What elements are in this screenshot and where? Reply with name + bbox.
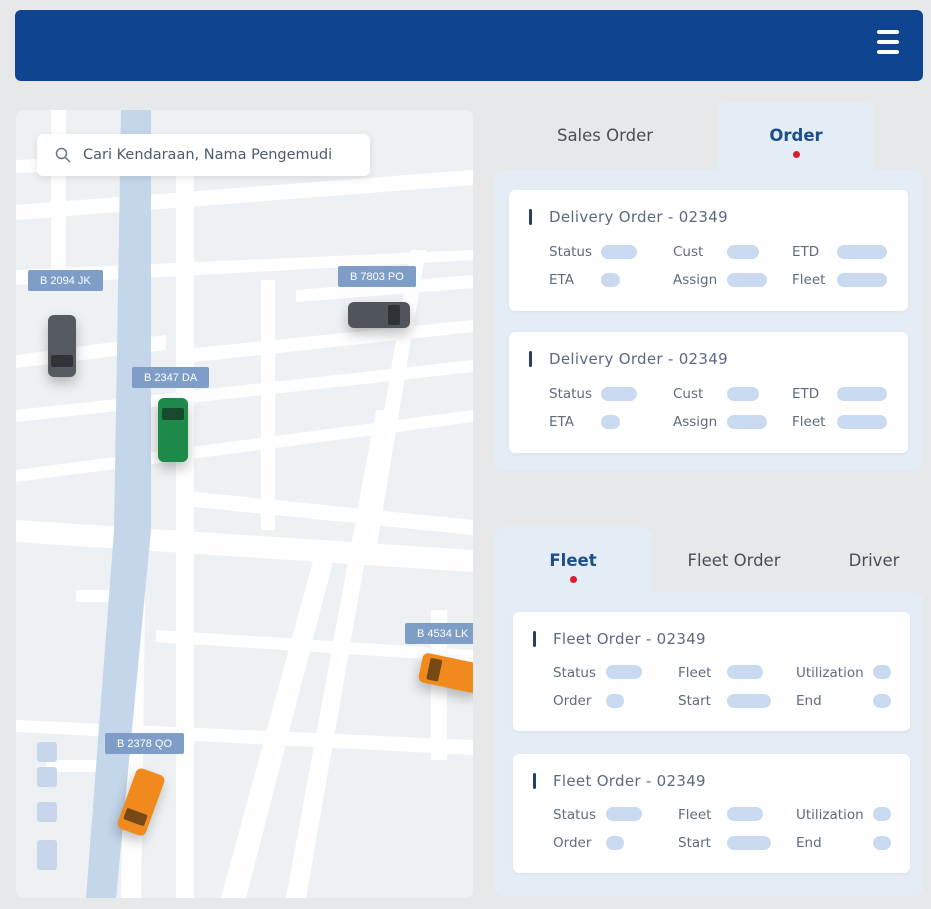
search-icon <box>55 147 71 163</box>
field-label: Cust <box>673 386 704 402</box>
field-value <box>606 694 624 708</box>
field-label: ETD <box>792 244 820 260</box>
field-value <box>606 807 642 821</box>
field-value <box>727 415 767 429</box>
field-label: Order <box>553 693 592 709</box>
tab-label: Order <box>769 126 823 145</box>
field-label: Fleet <box>792 414 826 430</box>
fleet-order-card[interactable]: Fleet Order - 02349 Status Fleet Utiliza… <box>513 612 910 731</box>
map-control-button[interactable] <box>37 840 57 870</box>
field-label: ETD <box>792 386 820 402</box>
vehicle-plate-label[interactable]: B 2094 JK <box>28 270 103 291</box>
field-label: Fleet <box>792 272 826 288</box>
vehicle-search-box[interactable] <box>37 134 370 176</box>
field-value <box>601 245 637 259</box>
tab-order[interactable]: Order <box>718 102 874 170</box>
field-value <box>727 807 763 821</box>
map-view[interactable]: B 2094 JK B 7803 PO B 2347 DA B 4534 LK … <box>16 110 473 898</box>
card-title: Delivery Order - 02349 <box>549 208 728 226</box>
map-control-button[interactable] <box>37 767 57 787</box>
orders-tabs: Sales Order Order <box>494 102 923 170</box>
tab-fleet-order[interactable]: Fleet Order <box>664 527 804 595</box>
active-indicator-dot <box>792 151 800 158</box>
field-label: Status <box>553 665 597 681</box>
field-value <box>727 245 759 259</box>
card-accent-bar <box>533 631 536 647</box>
field-value <box>873 694 891 708</box>
field-label: End <box>796 693 822 709</box>
field-value <box>601 387 637 401</box>
field-value <box>873 807 891 821</box>
field-value <box>606 665 642 679</box>
field-label: Status <box>549 244 593 260</box>
field-label: Status <box>553 807 597 823</box>
vehicle-marker[interactable] <box>48 315 76 377</box>
tab-fleet[interactable]: Fleet <box>494 527 652 595</box>
field-value <box>837 415 887 429</box>
card-title: Delivery Order - 02349 <box>549 350 728 368</box>
delivery-order-card[interactable]: Delivery Order - 02349 Status Cust ETD E… <box>509 190 908 311</box>
field-label: Assign <box>673 414 718 430</box>
tab-label: Fleet <box>549 551 597 570</box>
vehicle-plate-label[interactable]: B 2347 DA <box>132 367 210 388</box>
field-value <box>727 836 771 850</box>
field-label: Utilization <box>796 665 864 681</box>
hamburger-menu-icon[interactable] <box>877 30 899 58</box>
vehicle-plate-label[interactable]: B 7803 PO <box>338 266 416 287</box>
field-label: ETA <box>549 414 574 430</box>
field-value <box>606 836 624 850</box>
tab-sales-order[interactable]: Sales Order <box>516 102 694 170</box>
field-label: Fleet <box>678 665 712 681</box>
fleet-order-card[interactable]: Fleet Order - 02349 Status Fleet Utiliza… <box>513 754 910 873</box>
field-value <box>601 273 620 287</box>
vehicle-marker[interactable] <box>158 398 188 462</box>
vehicle-plate-label[interactable]: B 4534 LK <box>405 623 473 644</box>
field-label: Status <box>549 386 593 402</box>
field-value <box>873 665 891 679</box>
tab-label: Fleet Order <box>687 551 781 570</box>
card-title: Fleet Order - 02349 <box>553 772 706 790</box>
card-title: Fleet Order - 02349 <box>553 630 706 648</box>
field-label: ETA <box>549 272 574 288</box>
field-label: Utilization <box>796 807 864 823</box>
header-bar <box>15 10 923 81</box>
field-value <box>837 387 887 401</box>
card-accent-bar <box>529 351 532 367</box>
delivery-order-card[interactable]: Delivery Order - 02349 Status Cust ETD E… <box>509 332 908 453</box>
field-label: Cust <box>673 244 704 260</box>
field-label: Fleet <box>678 807 712 823</box>
field-value <box>873 836 891 850</box>
card-accent-bar <box>533 773 536 789</box>
fleet-tabs: Fleet Fleet Order Driver <box>494 527 923 595</box>
tab-driver[interactable]: Driver <box>824 527 924 595</box>
search-input[interactable] <box>83 147 363 163</box>
field-label: Assign <box>673 272 718 288</box>
field-value <box>601 415 620 429</box>
field-label: Order <box>553 835 592 851</box>
map-roads <box>16 110 473 898</box>
map-control-button[interactable] <box>37 802 57 822</box>
field-value <box>727 273 767 287</box>
field-value <box>837 245 887 259</box>
field-value <box>837 273 887 287</box>
field-label: Start <box>678 693 711 709</box>
card-accent-bar <box>529 209 532 225</box>
field-label: Start <box>678 835 711 851</box>
active-indicator-dot <box>569 576 577 583</box>
vehicle-marker[interactable] <box>348 302 410 328</box>
tab-label: Driver <box>848 551 900 570</box>
field-value <box>727 665 763 679</box>
field-label: End <box>796 835 822 851</box>
tab-label: Sales Order <box>556 126 654 145</box>
field-value <box>727 694 771 708</box>
map-control-button[interactable] <box>37 742 57 762</box>
field-value <box>727 387 759 401</box>
vehicle-plate-label[interactable]: B 2378 QO <box>105 733 185 754</box>
